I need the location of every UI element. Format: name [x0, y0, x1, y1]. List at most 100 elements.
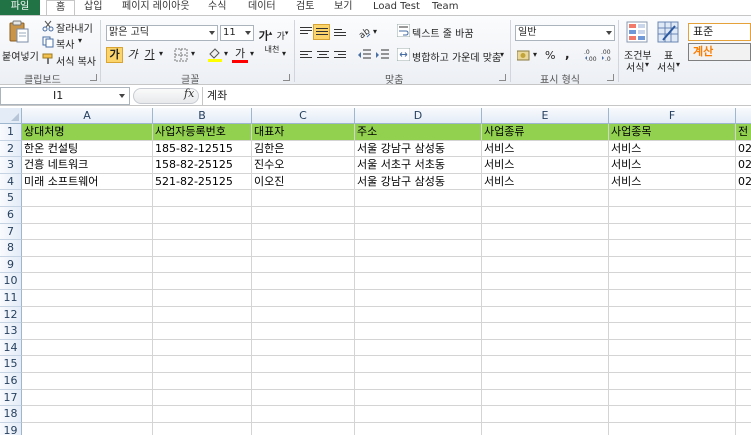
table-cell[interactable]: 521-82-25125: [153, 173, 252, 191]
table-cell[interactable]: [252, 223, 355, 241]
conditional-format-icon[interactable]: [626, 21, 648, 46]
header-cell[interactable]: 주소: [355, 124, 482, 141]
table-cell[interactable]: [736, 224, 751, 241]
align-right-icon[interactable]: [334, 51, 346, 61]
table-cell[interactable]: [22, 406, 153, 423]
row-header[interactable]: 2: [0, 140, 22, 158]
align-top-icon[interactable]: [300, 27, 312, 37]
table-cell[interactable]: [153, 290, 252, 307]
table-cell[interactable]: [482, 290, 609, 307]
table-cell[interactable]: 건흥 네트워크: [22, 157, 153, 174]
table-cell[interactable]: [153, 207, 252, 224]
table-cell[interactable]: 진수오: [252, 157, 355, 174]
merge-dropdown-icon[interactable]: ▾: [500, 50, 504, 59]
table-cell[interactable]: [736, 323, 751, 340]
font-launcher-icon[interactable]: [283, 74, 290, 81]
table-cell[interactable]: [252, 356, 355, 373]
table-cell[interactable]: [609, 339, 736, 357]
table-cell[interactable]: [482, 323, 609, 340]
tab-formulas[interactable]: 수식: [208, 0, 226, 15]
row-header[interactable]: 5: [0, 190, 22, 207]
fill-color-icon[interactable]: [207, 47, 223, 66]
table-cell[interactable]: [482, 190, 609, 207]
table-cell[interactable]: [355, 406, 482, 423]
tab-home[interactable]: 홈: [46, 0, 76, 15]
increase-decimal-icon[interactable]: .0.00: [584, 48, 598, 65]
table-cell[interactable]: 02-: [736, 174, 751, 191]
table-cell[interactable]: [22, 223, 153, 241]
border-icon[interactable]: [174, 48, 188, 65]
table-cell[interactable]: [355, 323, 482, 340]
font-color-button[interactable]: 가: [232, 47, 248, 63]
percent-button[interactable]: %: [545, 49, 555, 62]
increase-indent-icon[interactable]: [375, 49, 389, 64]
table-cell[interactable]: [736, 207, 751, 224]
table-cell[interactable]: [482, 306, 609, 324]
table-cell[interactable]: [355, 356, 482, 373]
row-header[interactable]: 13: [0, 323, 22, 340]
table-cell[interactable]: [22, 422, 153, 435]
table-cell[interactable]: [736, 290, 751, 307]
copy-dropdown-icon[interactable]: ▾: [78, 36, 82, 45]
table-cell[interactable]: [153, 406, 252, 423]
row-header[interactable]: 7: [0, 223, 22, 241]
header-cell[interactable]: 전: [736, 124, 751, 141]
table-cell[interactable]: [609, 256, 736, 274]
align-bottom-icon[interactable]: [334, 29, 346, 39]
table-cell[interactable]: [252, 306, 355, 324]
table-cell[interactable]: 서비스: [609, 157, 736, 174]
row-header[interactable]: 14: [0, 339, 22, 357]
font-name-select[interactable]: 맑은 고딕: [106, 25, 218, 41]
table-cell[interactable]: [153, 373, 252, 390]
row-header[interactable]: 8: [0, 240, 22, 257]
table-cell[interactable]: [22, 290, 153, 307]
tab-data[interactable]: 데이터: [248, 0, 276, 15]
table-cell[interactable]: [355, 240, 482, 257]
format-as-table-icon[interactable]: [657, 21, 679, 46]
comma-button[interactable]: ,: [565, 47, 570, 61]
table-cell[interactable]: [482, 240, 609, 257]
column-header-c[interactable]: C: [252, 108, 355, 124]
table-cell[interactable]: [252, 207, 355, 224]
row-header[interactable]: 6: [0, 207, 22, 224]
table-cell[interactable]: 서비스: [609, 173, 736, 191]
row-header[interactable]: 4: [0, 173, 22, 191]
header-cell[interactable]: 상대처명: [22, 124, 153, 141]
phonetic-dropdown-icon[interactable]: ▾: [282, 49, 286, 58]
tab-file[interactable]: 파일: [0, 0, 40, 15]
table-cell[interactable]: [355, 256, 482, 274]
table-cell[interactable]: [736, 390, 751, 407]
table-cell[interactable]: [153, 323, 252, 340]
column-header-e[interactable]: E: [482, 108, 609, 124]
table-cell[interactable]: [252, 389, 355, 407]
font-color-dropdown-icon[interactable]: ▾: [250, 49, 254, 58]
phonetic-button[interactable]: 내천: [263, 45, 281, 54]
table-cell[interactable]: [609, 323, 736, 340]
table-cell[interactable]: [252, 240, 355, 257]
format-as-table-label-2[interactable]: 서식: [657, 59, 675, 74]
table-cell[interactable]: [736, 423, 751, 435]
align-middle-button[interactable]: [313, 24, 330, 40]
table-cell[interactable]: [153, 339, 252, 357]
table-cell[interactable]: [153, 240, 252, 257]
table-cell[interactable]: [482, 339, 609, 357]
decrease-indent-icon[interactable]: [357, 49, 371, 64]
alignment-launcher-icon[interactable]: [499, 74, 506, 81]
table-cell[interactable]: [355, 207, 482, 224]
table-cell[interactable]: [482, 373, 609, 390]
table-cell[interactable]: [736, 273, 751, 290]
row-header[interactable]: 18: [0, 406, 22, 423]
table-cell[interactable]: [153, 256, 252, 274]
border-dropdown-icon[interactable]: ▾: [191, 49, 195, 58]
table-cell[interactable]: [22, 190, 153, 207]
row-header[interactable]: 15: [0, 356, 22, 373]
header-cell[interactable]: 사업종목: [609, 124, 736, 141]
table-cell[interactable]: [252, 323, 355, 340]
table-cell[interactable]: 서울 강남구 삼성동: [355, 140, 482, 158]
table-cell[interactable]: [609, 290, 736, 307]
tab-review[interactable]: 검토: [296, 0, 314, 15]
table-cell[interactable]: 김한은: [252, 140, 355, 158]
table-cell[interactable]: [609, 190, 736, 207]
table-cell[interactable]: [22, 373, 153, 390]
cut-button-label[interactable]: 잘라내기: [56, 20, 93, 35]
